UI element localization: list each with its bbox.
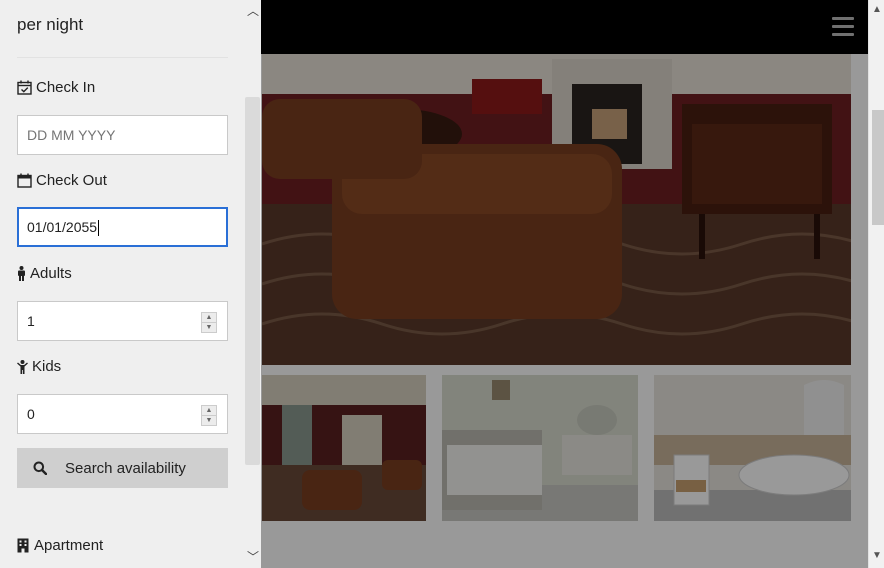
check-out-input[interactable]: 01/01/2055	[17, 207, 228, 247]
apartment-label-text: Apartment	[34, 537, 104, 554]
page-scrollbar-thumb[interactable]	[872, 110, 884, 225]
chevron-down-icon[interactable]: ﹀	[247, 548, 259, 565]
calendar-check-icon	[17, 80, 32, 95]
price-per-night-label: per night	[17, 15, 84, 34]
stepper-down-icon[interactable]: ▼	[201, 416, 217, 426]
adults-number-input[interactable]: 1 ▲ ▼	[17, 301, 228, 341]
apartment-label: Apartment	[17, 537, 103, 554]
stepper-down-icon[interactable]: ▼	[201, 323, 217, 333]
kids-number-input[interactable]: 0 ▲ ▼	[17, 394, 228, 434]
check-in-label: Check In	[17, 79, 95, 96]
kids-label-text: Kids	[32, 358, 62, 375]
search-availability-label: Search availability	[65, 459, 186, 477]
kids-stepper[interactable]: ▲ ▼	[201, 405, 217, 426]
scroll-up-arrow-icon[interactable]: ▲	[872, 4, 882, 15]
sidebar-scrollbar-thumb[interactable]	[245, 97, 260, 465]
hero-photo-living-room[interactable]	[262, 54, 851, 365]
chevron-up-icon[interactable]: ︿	[247, 2, 259, 19]
adults-value: 1	[27, 313, 35, 329]
check-in-label-text: Check In	[36, 79, 96, 96]
stepper-up-icon[interactable]: ▲	[201, 405, 217, 416]
page-scrollbar[interactable]: ▲ ▼	[868, 0, 884, 568]
stepper-up-icon[interactable]: ▲	[201, 312, 217, 323]
sidebar-scrollbar[interactable]: ︿ ﹀	[244, 0, 261, 568]
thumbnail-drawing-room[interactable]	[262, 375, 426, 521]
calendar-icon	[17, 173, 32, 188]
adults-label: Adults	[17, 265, 72, 282]
child-icon	[17, 359, 28, 374]
thumbnail-bathroom[interactable]	[654, 375, 851, 521]
thumbnail-bedroom[interactable]	[442, 375, 638, 521]
male-icon	[18, 266, 25, 281]
adults-stepper[interactable]: ▲ ▼	[201, 312, 217, 333]
kids-label: Kids	[17, 358, 61, 375]
search-icon	[33, 461, 47, 475]
building-icon	[17, 538, 29, 553]
hamburger-menu-icon[interactable]	[832, 17, 854, 37]
booking-sidebar: per night Check In Check Out 01/01/2055	[0, 0, 261, 568]
check-out-label-text: Check Out	[36, 172, 107, 189]
kids-value: 0	[27, 406, 35, 422]
divider	[17, 57, 228, 58]
text-caret	[98, 220, 100, 237]
search-availability-button[interactable]: Search availability	[17, 448, 228, 488]
check-in-input[interactable]	[17, 115, 228, 155]
scroll-down-arrow-icon[interactable]: ▼	[872, 550, 882, 561]
adults-label-text: Adults	[30, 265, 72, 282]
check-out-label: Check Out	[17, 172, 107, 189]
check-out-value: 01/01/2055	[27, 219, 98, 235]
